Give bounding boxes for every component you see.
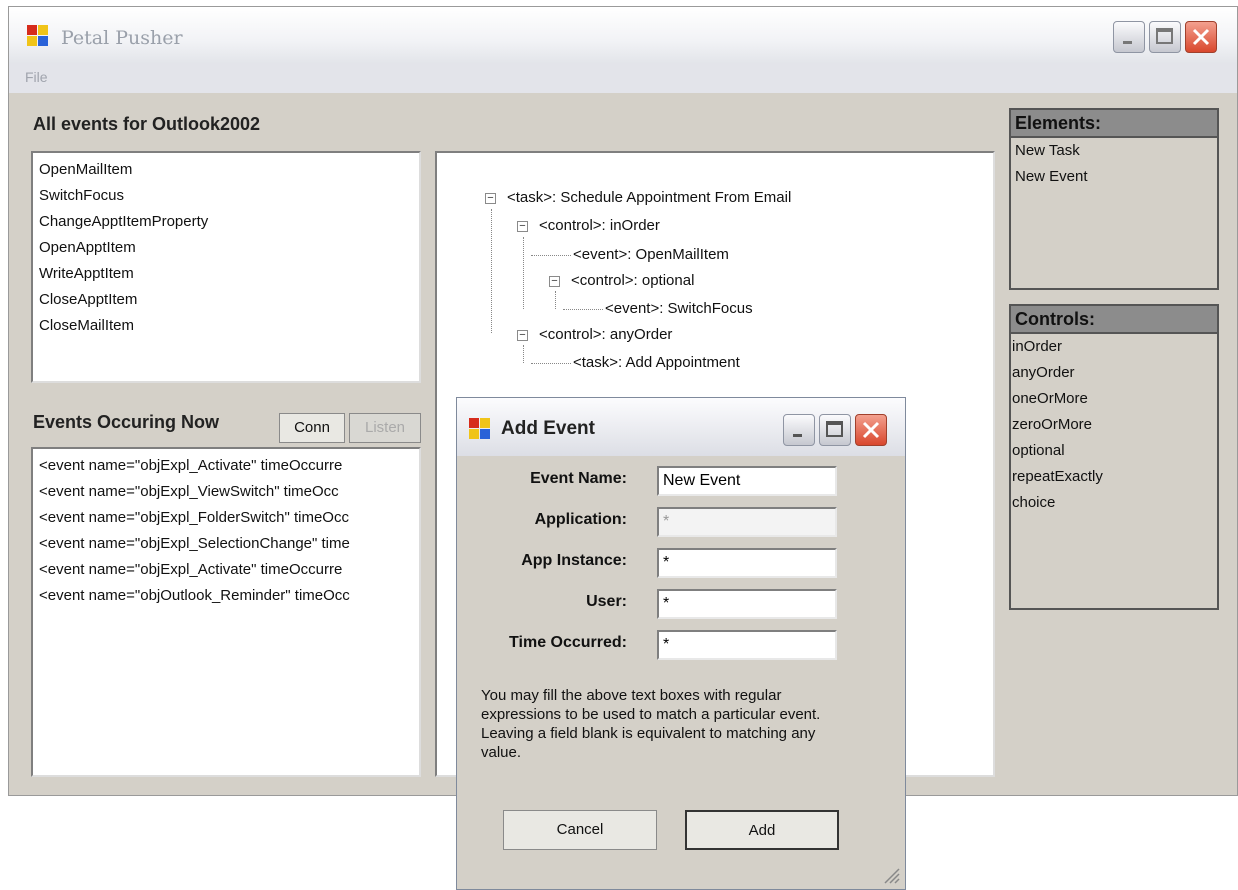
menu-bar [9,63,1237,93]
time-occurred-label: Time Occurred: [509,634,627,651]
title-bar[interactable]: Petal Pusher [9,7,1237,63]
list-item[interactable]: <event name="objExpl_FolderSwitch" timeO… [33,505,419,531]
tree-connector [531,255,571,256]
maximize-icon [826,421,843,437]
conn-button[interactable]: Conn [279,413,345,443]
app-icon [27,25,49,47]
control-item[interactable]: choice [1011,490,1217,516]
tree-node-control[interactable]: <control>: optional [571,272,694,289]
resize-grip-icon[interactable] [879,863,901,885]
app-instance-field[interactable] [657,548,837,578]
collapse-toggle[interactable]: − [517,221,528,232]
close-icon [1192,28,1210,46]
add-button[interactable]: Add [685,810,839,850]
list-item[interactable]: SwitchFocus [33,183,419,209]
list-item[interactable]: OpenApptItem [33,235,419,261]
tree-connector [555,291,556,309]
list-item[interactable]: OpenMailItem [33,157,419,183]
help-text: You may fill the above text boxes with r… [481,687,821,761]
list-item[interactable]: <event name="objExpl_Activate" timeOccur… [33,557,419,583]
element-item[interactable]: New Event [1011,164,1217,190]
tree-node-control[interactable]: <control>: anyOrder [539,326,672,343]
events-now-list[interactable]: <event name="objExpl_Activate" timeOccur… [31,447,421,777]
event-name-field[interactable] [657,466,837,496]
all-events-list[interactable]: OpenMailItem SwitchFocus ChangeApptItemP… [31,151,421,383]
tree-connector [523,345,524,363]
minimize-icon [1123,41,1132,44]
app-instance-label: App Instance: [521,552,627,569]
collapse-toggle[interactable]: − [485,193,496,204]
list-item[interactable]: <event name="objExpl_SelectionChange" ti… [33,531,419,557]
close-button[interactable] [855,414,887,446]
list-item[interactable]: ChangeApptItemProperty [33,209,419,235]
controls-panel: Controls: inOrder anyOrder oneOrMore zer… [1009,304,1219,610]
elements-heading: Elements: [1011,110,1217,138]
all-events-heading: All events for Outlook2002 [33,114,261,134]
control-item[interactable]: zeroOrMore [1011,412,1217,438]
maximize-icon [1156,28,1173,44]
tree-connector [531,363,571,364]
control-item[interactable]: inOrder [1011,334,1217,360]
minimize-icon [793,434,802,437]
application-field[interactable] [657,507,837,537]
collapse-toggle[interactable]: − [517,330,528,341]
user-field[interactable] [657,589,837,619]
maximize-button[interactable] [1149,21,1181,53]
application-label: Application: [534,511,627,528]
control-item[interactable]: oneOrMore [1011,386,1217,412]
tree-connector [523,237,524,309]
app-icon [469,418,491,440]
dialog-title-bar[interactable]: Add Event [457,398,905,456]
control-item[interactable]: repeatExactly [1011,464,1217,490]
user-label: User: [586,593,627,610]
tree-node-control[interactable]: <control>: inOrder [539,217,660,234]
tree-node-event[interactable]: <event>: SwitchFocus [605,300,753,317]
list-item[interactable]: WriteApptItem [33,261,419,287]
control-item[interactable]: optional [1011,438,1217,464]
maximize-button[interactable] [819,414,851,446]
tree-node-task[interactable]: <task>: Schedule Appointment From Email [507,189,791,206]
list-item[interactable]: <event name="objExpl_Activate" timeOccur… [33,453,419,479]
list-item[interactable]: <event name="objOutlook_Reminder" timeOc… [33,583,419,609]
element-item[interactable]: New Task [1011,138,1217,164]
listen-button[interactable]: Listen [349,413,421,443]
dialog-title: Add Event [501,418,595,439]
menu-file[interactable]: File [25,69,48,85]
close-icon [862,421,880,439]
minimize-button[interactable] [783,414,815,446]
collapse-toggle[interactable]: − [549,276,560,287]
close-button[interactable] [1185,21,1217,53]
window-title: Petal Pusher [61,27,183,49]
list-item[interactable]: CloseMailItem [33,313,419,339]
event-name-label: Event Name: [530,470,627,487]
tree-node-event[interactable]: <event>: OpenMailItem [573,246,729,263]
elements-panel: Elements: New Task New Event [1009,108,1219,290]
time-occurred-field[interactable] [657,630,837,660]
list-item[interactable]: CloseApptItem [33,287,419,313]
events-now-heading: Events Occuring Now [33,412,220,432]
minimize-button[interactable] [1113,21,1145,53]
list-item[interactable]: <event name="objExpl_ViewSwitch" timeOcc [33,479,419,505]
cancel-button[interactable]: Cancel [503,810,657,850]
tree-connector [563,309,603,310]
tree-node-task[interactable]: <task>: Add Appointment [573,354,740,371]
controls-heading: Controls: [1011,306,1217,334]
tree-connector [491,209,492,333]
add-event-dialog: Add Event Event Name: Application: App I… [456,397,906,890]
control-item[interactable]: anyOrder [1011,360,1217,386]
